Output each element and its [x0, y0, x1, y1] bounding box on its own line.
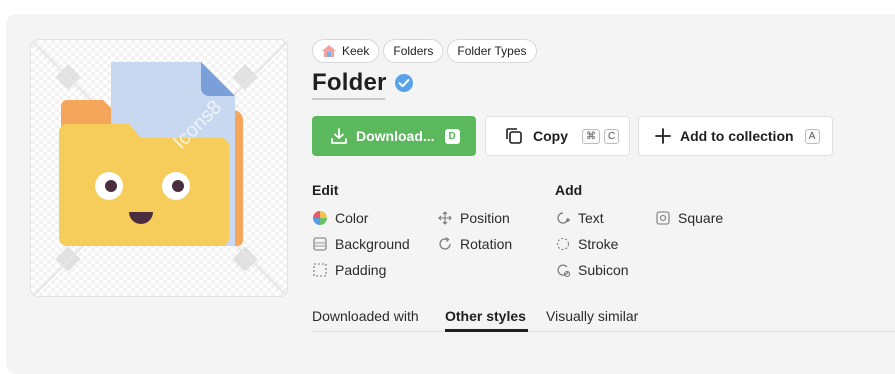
add-text-icon — [557, 212, 570, 224]
copy-shortcut: ⌘ C — [580, 128, 620, 144]
add-to-collection-button[interactable]: Add to collection A — [638, 116, 833, 156]
copy-icon — [506, 128, 522, 144]
square-icon — [656, 211, 670, 225]
verified-badge-icon — [394, 74, 413, 92]
edit-color-label: Color — [335, 210, 369, 226]
copy-label: Copy — [533, 128, 568, 144]
add-text[interactable]: Text — [556, 210, 604, 226]
color-wheel-icon — [313, 211, 327, 225]
breadcrumb-folder-types[interactable]: Folder Types — [447, 39, 537, 63]
download-button[interactable]: Download... D — [312, 116, 476, 156]
breadcrumb-label: Folders — [393, 44, 434, 58]
breadcrumb-folders[interactable]: Folders — [383, 39, 444, 63]
edit-background-label: Background — [335, 236, 410, 252]
download-shortcut: D — [444, 128, 460, 144]
title-row: Folder — [312, 68, 414, 98]
add-square-label: Square — [678, 210, 724, 226]
add-section-title: Add — [555, 182, 583, 198]
add-square[interactable]: Square — [656, 210, 723, 226]
add-to-collection-shortcut: A — [804, 128, 820, 144]
plus-icon — [655, 128, 671, 144]
breadcrumb-label: Folder Types — [457, 44, 527, 58]
add-subicon-label: Subicon — [578, 262, 629, 278]
add-text-label: Text — [578, 210, 604, 226]
shortcut-key: ⌘ — [582, 128, 600, 144]
stroke-icon — [556, 237, 570, 251]
house-icon — [322, 45, 336, 57]
edit-position[interactable]: Position — [438, 210, 510, 226]
add-stroke-label: Stroke — [578, 236, 619, 252]
move-arrows-icon — [438, 211, 452, 225]
rotate-icon — [439, 237, 451, 250]
add-subicon[interactable]: Subicon — [556, 262, 629, 278]
padding-icon — [313, 263, 327, 277]
edit-background[interactable]: Background — [313, 236, 410, 252]
page-title: Folder — [312, 69, 387, 96]
copy-button[interactable]: Copy ⌘ C — [485, 116, 630, 156]
icon-preview: Icons8 — [30, 39, 288, 297]
tab-visually-similar[interactable]: Visually similar — [546, 308, 638, 324]
tab-other-styles[interactable]: Other styles — [445, 308, 526, 324]
breadcrumb-label: Keek — [342, 44, 370, 58]
folder-illustration: Icons8 — [31, 40, 287, 296]
breadcrumb-keek[interactable]: Keek — [312, 39, 380, 63]
edit-position-label: Position — [460, 210, 510, 226]
title-underline — [312, 98, 385, 100]
tab-downloaded-with[interactable]: Downloaded with — [312, 308, 419, 324]
edit-padding-label: Padding — [335, 262, 387, 278]
download-label: Download... — [356, 128, 435, 144]
edit-padding[interactable]: Padding — [313, 262, 386, 278]
related-tabs: Downloaded with Other styles Visually si… — [312, 300, 895, 332]
add-stroke[interactable]: Stroke — [556, 236, 618, 252]
edit-section-title: Edit — [312, 182, 339, 198]
background-icon — [313, 237, 327, 251]
breadcrumb: Keek Folders Folder Types — [312, 39, 537, 63]
shortcut-key: C — [604, 128, 620, 144]
active-tab-indicator — [445, 329, 528, 332]
edit-rotation[interactable]: Rotation — [438, 236, 512, 252]
add-to-collection-label: Add to collection — [680, 128, 794, 144]
download-icon — [331, 128, 347, 144]
subicon-icon — [557, 264, 570, 277]
edit-rotation-label: Rotation — [460, 236, 513, 252]
edit-color[interactable]: Color — [313, 210, 368, 226]
